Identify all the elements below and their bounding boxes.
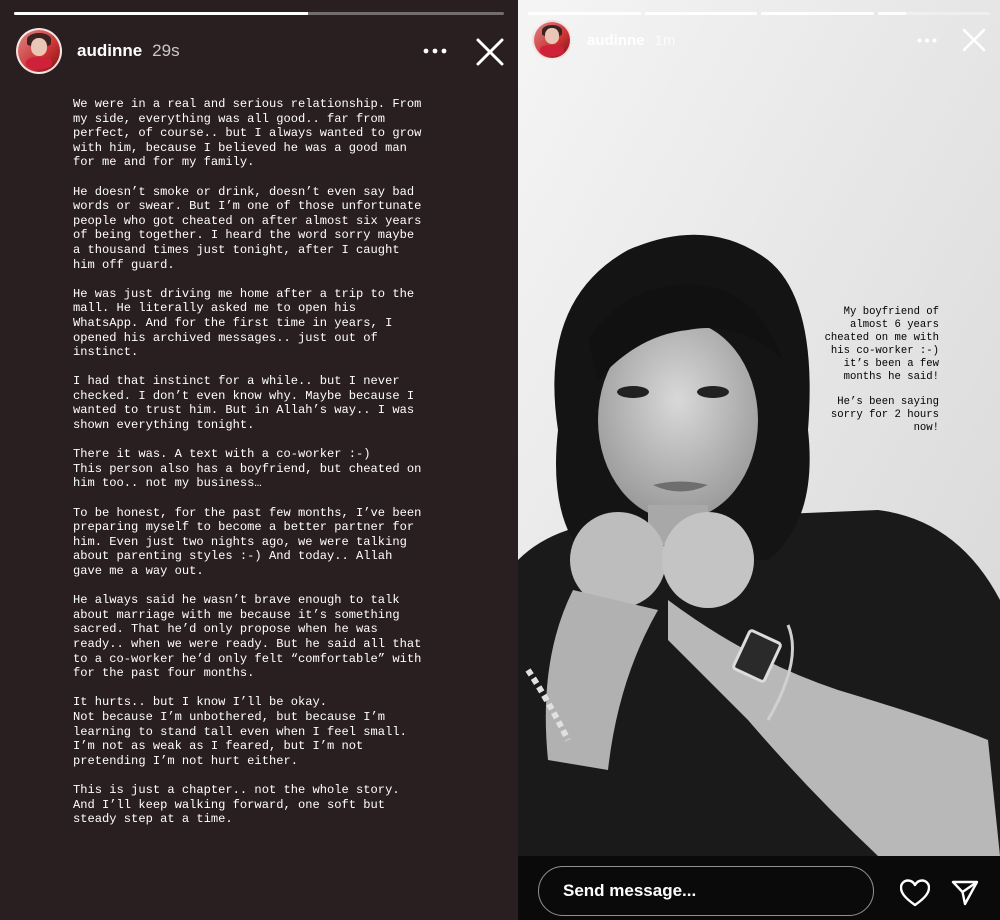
avatar[interactable] (532, 20, 572, 60)
caption-paragraph: My boyfriend of almost 6 years cheated o… (824, 306, 939, 383)
story-paragraph: It hurts.. but I know I’ll be okay. Not … (73, 695, 407, 768)
username[interactable]: audinne (587, 32, 645, 49)
story-paragraph: I had that instinct for a while.. but I … (73, 374, 415, 433)
progress-segment (14, 12, 504, 15)
reply-bar: Send message... (518, 856, 1000, 920)
heart-icon (900, 879, 930, 907)
post-time: 1m (654, 31, 676, 49)
text-story-panel: audinne 29s We were in a real and seriou… (0, 0, 518, 920)
progress-segment (644, 12, 757, 15)
avatar[interactable] (16, 28, 62, 74)
photo-story-panel: audinne 1m My boyfriend of almost 6 year… (518, 0, 1000, 920)
story-paragraph: He doesn’t smoke or drink, doesn’t even … (73, 184, 422, 272)
username[interactable]: audinne (77, 41, 142, 61)
story-paragraph: He was just driving me home after a trip… (73, 286, 415, 360)
progress-segment (877, 12, 990, 15)
close-icon (476, 38, 504, 66)
progress-segment (761, 12, 874, 15)
story-header: audinne 1m (532, 20, 675, 60)
story-progress-bar (528, 12, 990, 15)
story-paragraph: To be honest, for the past few months, I… (73, 505, 422, 578)
more-options-button[interactable] (912, 28, 942, 52)
story-progress-bar (14, 12, 504, 15)
more-options-button[interactable] (418, 36, 452, 66)
like-button[interactable] (898, 876, 932, 910)
caption-paragraph: He’s been saying sorry for 2 hours now! (830, 396, 939, 435)
story-paragraph: This is just a chapter.. not the whole s… (73, 782, 400, 827)
story-paragraph: There it was. A text with a co-worker :-… (73, 447, 422, 491)
share-button[interactable] (948, 876, 982, 910)
story-paragraph: We were in a real and serious relationsh… (73, 97, 422, 170)
more-horizontal-icon (423, 48, 447, 54)
progress-segment (528, 12, 641, 15)
story-header: audinne 29s (16, 28, 180, 74)
close-story-button[interactable] (958, 24, 990, 56)
paper-plane-icon (951, 880, 979, 906)
story-caption: My boyfriend of almost 6 years cheated o… (789, 306, 939, 448)
close-icon (962, 28, 986, 52)
send-message-input[interactable]: Send message... (538, 866, 874, 916)
close-story-button[interactable] (472, 34, 508, 70)
post-time: 29s (152, 41, 180, 60)
story-text-block: We were in a real and serious relationsh… (73, 97, 473, 841)
story-paragraph: He always said he wasn’t brave enough to… (73, 593, 422, 681)
more-horizontal-icon (917, 38, 937, 42)
